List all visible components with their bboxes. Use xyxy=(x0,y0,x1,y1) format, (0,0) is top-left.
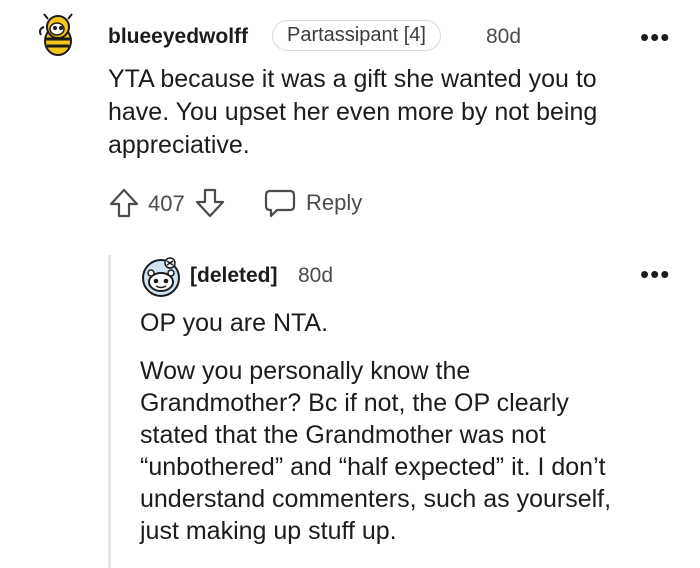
comment-age: 80d xyxy=(486,25,522,48)
bee-avatar-icon[interactable] xyxy=(36,13,80,57)
reply-body-line: “unbothered” and “half expected” it. I d… xyxy=(140,453,606,481)
comment-body-line: have. You upset her even more by not bei… xyxy=(108,98,598,126)
snoo-avatar-icon[interactable] xyxy=(140,257,182,297)
reply-body-line: stated that the Grandmother was not xyxy=(140,421,546,449)
reply-username[interactable]: [deleted] xyxy=(190,264,278,288)
arrow-up-icon[interactable] xyxy=(108,187,140,219)
more-dots-icon[interactable]: ••• xyxy=(640,261,670,287)
comment-body: YTA because it was a gift she wanted you… xyxy=(108,63,597,162)
speech-bubble-icon xyxy=(264,189,296,218)
vote-count: 407 xyxy=(148,191,185,216)
comment-body-line: appreciative. xyxy=(108,131,250,159)
reply-label: Reply xyxy=(306,190,363,215)
more-dots-icon[interactable]: ••• xyxy=(640,24,670,50)
thread-line[interactable] xyxy=(108,255,111,568)
reply-body-line: just making up stuff up. xyxy=(140,517,397,545)
comment-body-line: YTA because it was a gift she wanted you… xyxy=(108,65,597,93)
comment-username[interactable]: blueeyedwolff xyxy=(108,25,248,49)
reply-body-line: understand commenters, such as yourself, xyxy=(140,485,612,513)
reply-age: 80d xyxy=(298,264,334,287)
arrow-down-icon[interactable] xyxy=(194,187,226,219)
user-flair-badge: Partassipant [4] xyxy=(272,20,441,51)
reply-body: Wow you personally know the Grandmother?… xyxy=(140,355,611,547)
reply-body-line: Grandmother? Bc if not, the OP clearly xyxy=(140,389,569,417)
reply-paragraph: OP you are NTA. xyxy=(140,309,329,337)
reply-body-line: Wow you personally know the xyxy=(140,357,471,385)
reply-button[interactable]: Reply xyxy=(264,186,362,220)
